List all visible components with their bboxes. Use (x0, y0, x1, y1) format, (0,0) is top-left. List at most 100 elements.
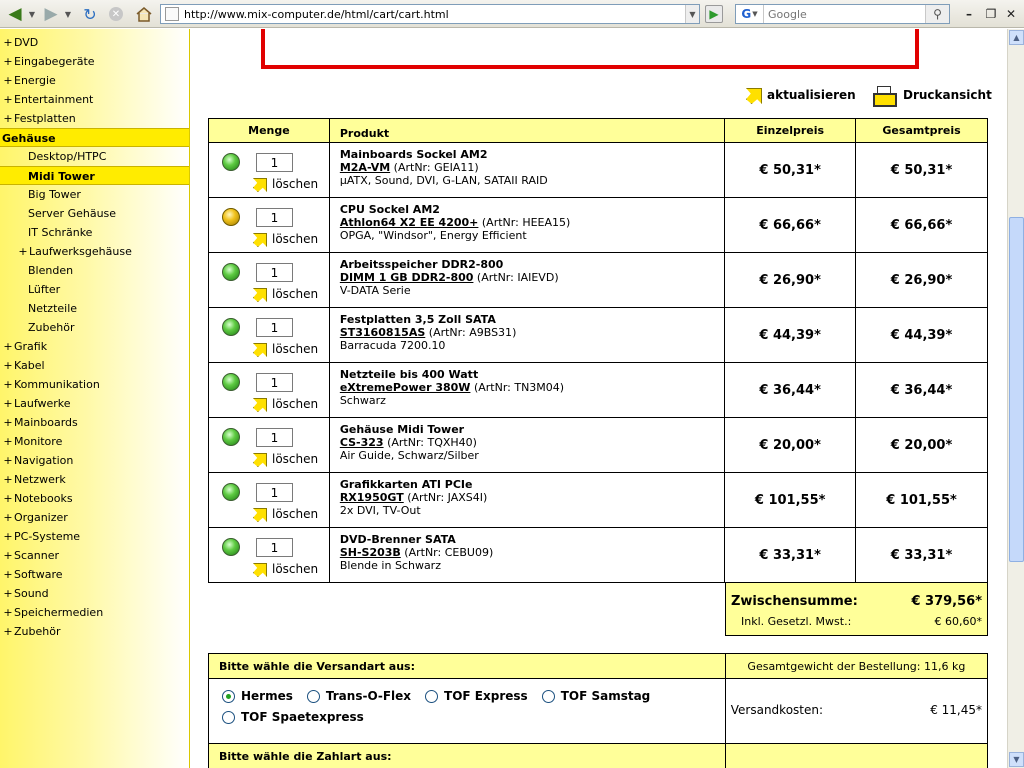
unit-price: € 50,31* (724, 142, 857, 198)
radio-button[interactable] (222, 689, 235, 703)
close-button[interactable]: ✕ (1002, 6, 1020, 22)
go-button[interactable]: ▶ (703, 4, 725, 24)
print-view-link[interactable]: Druckansicht (873, 85, 992, 107)
radio-button[interactable] (425, 689, 439, 703)
quantity-input[interactable] (256, 373, 293, 392)
cart-row: löschen Arbeitsspeicher DDR2-800DIMM 1 GB… (208, 252, 988, 308)
restore-button[interactable]: ❐ (982, 6, 1000, 22)
sidebar-item[interactable]: +Zubehör (0, 622, 189, 641)
sidebar-item[interactable]: IT Schränke (0, 223, 189, 242)
sidebar-item[interactable]: +Navigation (0, 451, 189, 470)
forward-history-dropdown[interactable]: ▼ (63, 4, 73, 24)
radio-button[interactable] (306, 689, 320, 703)
sidebar-item[interactable]: +Netzwerk (0, 470, 189, 489)
sidebar-item[interactable]: Desktop/HTPC (0, 147, 189, 166)
sidebar-item-label: Netzteile (28, 302, 78, 315)
product-link[interactable]: Athlon64 X2 EE 4200+ (340, 216, 479, 229)
delete-item-link[interactable]: löschen (252, 397, 318, 411)
sidebar-item[interactable]: +Mainboards (0, 413, 189, 432)
reload-button[interactable]: ↻ (80, 4, 100, 24)
delete-item-link[interactable]: löschen (252, 452, 318, 466)
quantity-input[interactable] (256, 208, 293, 227)
sidebar-item[interactable]: Midi Tower (0, 166, 189, 185)
product-link[interactable]: M2A-VM (340, 161, 390, 174)
update-cart-label: aktualisieren (767, 88, 856, 102)
shipping-option[interactable]: TOF Express (425, 689, 528, 703)
url-history-dropdown[interactable]: ▼ (685, 5, 699, 23)
scroll-up-button[interactable]: ▲ (1009, 30, 1024, 45)
delete-item-link[interactable]: löschen (252, 232, 318, 246)
search-button[interactable]: ⚲ (925, 5, 949, 23)
sidebar-item[interactable]: +Speichermedien (0, 603, 189, 622)
product-category: Festplatten 3,5 Zoll SATA (339, 313, 496, 326)
quantity-input[interactable] (256, 428, 293, 447)
product-link[interactable]: SH-S203B (340, 546, 401, 559)
delete-item-link[interactable]: löschen (252, 287, 318, 301)
quantity-input[interactable] (256, 483, 293, 502)
vertical-scrollbar[interactable]: ▲ ▼ (1007, 29, 1024, 768)
back-button[interactable]: ◀ (4, 4, 26, 24)
search-engine-selector[interactable]: G ▼ (736, 5, 764, 23)
quantity-input[interactable] (256, 263, 293, 282)
delete-label: löschen (272, 562, 319, 576)
sidebar-item[interactable]: +Notebooks (0, 489, 189, 508)
sidebar-item[interactable]: Big Tower (0, 185, 189, 204)
sidebar-item-label: Speichermedien (14, 606, 104, 619)
delete-item-link[interactable]: löschen (252, 342, 318, 356)
address-bar[interactable]: http://www.mix-computer.de/html/cart/car… (160, 4, 700, 24)
shipping-option[interactable]: Trans-O-Flex (306, 689, 411, 703)
sidebar-item[interactable]: +PC-Systeme (0, 527, 189, 546)
product-link[interactable]: eXtremePower 380W (340, 381, 471, 394)
forward-button[interactable]: ▶ (40, 4, 62, 24)
delete-item-link[interactable]: löschen (252, 507, 318, 521)
quantity-input[interactable] (256, 538, 293, 557)
back-history-dropdown[interactable]: ▼ (27, 4, 37, 24)
sidebar-item[interactable]: +Laufwerke (0, 394, 189, 413)
sidebar-item[interactable]: +DVD (0, 33, 189, 52)
update-cart-link[interactable]: aktualisieren (745, 85, 856, 105)
total-price: € 33,31* (855, 527, 988, 583)
sidebar-item[interactable]: +Festplatten (0, 109, 189, 128)
delete-item-link[interactable]: löschen (252, 562, 318, 576)
radio-button[interactable] (541, 689, 555, 703)
sidebar-item[interactable]: +Sound (0, 584, 189, 603)
quantity-input[interactable] (256, 153, 293, 172)
url-text[interactable]: http://www.mix-computer.de/html/cart/car… (184, 8, 685, 21)
home-button[interactable] (133, 4, 155, 24)
scroll-thumb[interactable] (1009, 217, 1024, 562)
sidebar-item[interactable]: +Entertainment (0, 90, 189, 109)
sidebar-item[interactable]: +Energie (0, 71, 189, 90)
sidebar-item[interactable]: +Organizer (0, 508, 189, 527)
sidebar-item[interactable]: +Grafik (0, 337, 189, 356)
shipping-option[interactable]: TOF Spaetexpress (222, 710, 364, 724)
minimize-button[interactable]: – (960, 6, 978, 22)
quantity-input[interactable] (256, 318, 293, 337)
scroll-down-button[interactable]: ▼ (1009, 752, 1024, 767)
sidebar-item[interactable]: Netzteile (0, 299, 189, 318)
product-link[interactable]: CS-323 (340, 436, 384, 449)
product-category: Arbeitsspeicher DDR2-800 (339, 258, 504, 271)
shipping-option[interactable]: TOF Samstag (541, 689, 650, 703)
sidebar-item[interactable]: +Eingabegeräte (0, 52, 189, 71)
sidebar-item[interactable]: Blenden (0, 261, 189, 280)
sidebar-item[interactable]: Gehäuse (0, 128, 189, 147)
delete-arrow-icon (252, 177, 266, 191)
sidebar-item[interactable]: +Scanner (0, 546, 189, 565)
sidebar-item[interactable]: Lüfter (0, 280, 189, 299)
search-input[interactable] (764, 6, 925, 22)
product-link[interactable]: DIMM 1 GB DDR2-800 (340, 271, 474, 284)
delete-item-link[interactable]: löschen (252, 177, 318, 191)
sidebar-item[interactable]: +Laufwerksgehäuse (0, 242, 189, 261)
stop-button[interactable]: ✕ (106, 4, 126, 24)
product-cell: Gehäuse Midi Tower CS-323 (ArtNr: TQXH40)… (328, 417, 726, 473)
radio-button[interactable] (222, 710, 235, 724)
sidebar-item[interactable]: +Monitore (0, 432, 189, 451)
product-link[interactable]: ST3160815AS (340, 326, 425, 339)
shipping-option[interactable]: Hermes (222, 689, 293, 703)
sidebar-item[interactable]: Server Gehäuse (0, 204, 189, 223)
sidebar-item[interactable]: Zubehör (0, 318, 189, 337)
product-link[interactable]: RX1950GT (340, 491, 404, 504)
sidebar-item[interactable]: +Kabel (0, 356, 189, 375)
sidebar-item[interactable]: +Kommunikation (0, 375, 189, 394)
sidebar-item[interactable]: +Software (0, 565, 189, 584)
